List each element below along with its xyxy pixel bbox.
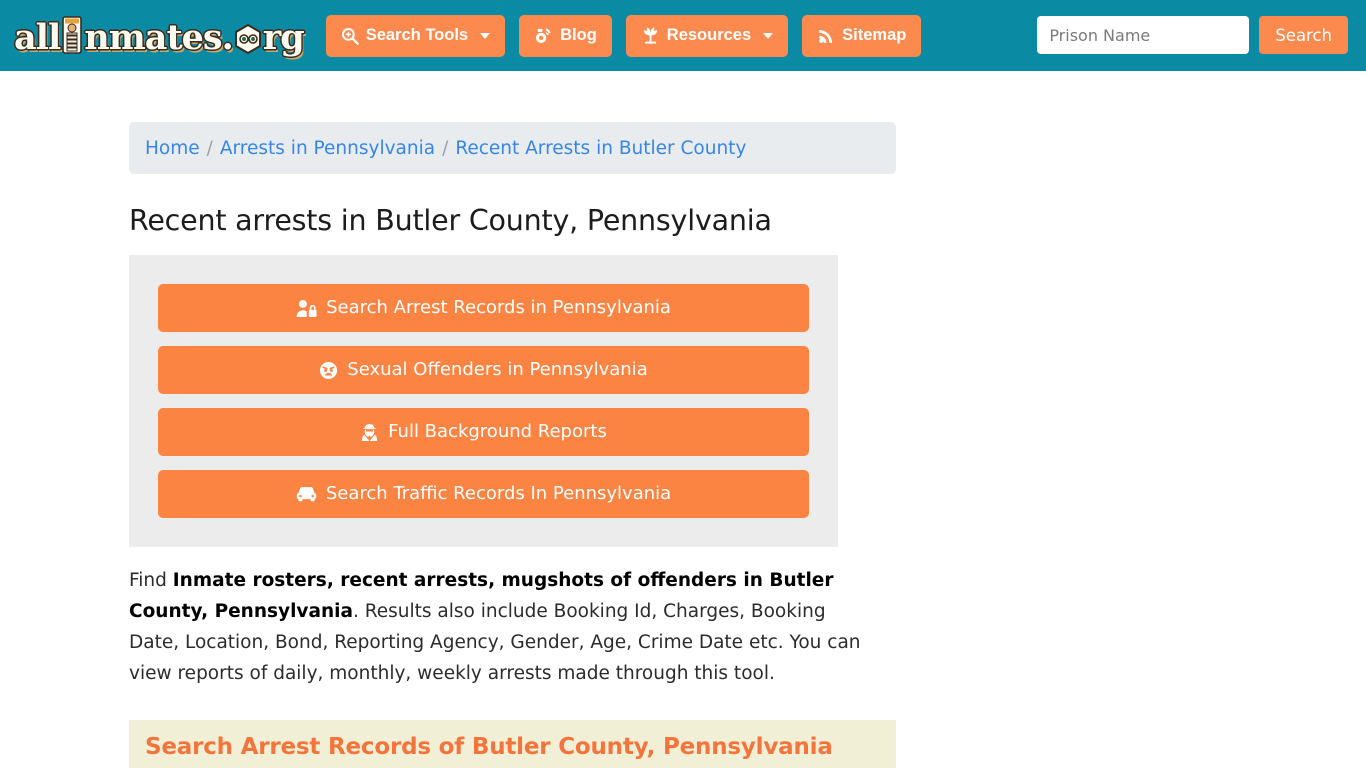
leaf-seedling-icon [641,26,660,45]
nav-search-tools-label: Search Tools [365,26,469,45]
site-header: all nmates. rg Search Tools Blog Resourc… [0,0,1366,71]
logo-text-all: all [14,16,61,58]
logo-wordmark: all nmates. rg [14,15,305,58]
breadcrumb-item-home[interactable]: Home [145,138,200,159]
logo-text-nmates: nmates [84,16,222,58]
search-plus-icon [341,27,359,45]
full-background-reports-button[interactable]: Full Background Reports [158,408,809,456]
breadcrumb-item-arrests-in-pennsylvania[interactable]: Arrests in Pennsylvania [220,138,435,159]
logo-text-dot: . [221,16,234,58]
nav-resources-button[interactable]: Resources [625,14,789,57]
logo-text-rg: rg [262,16,305,58]
full-background-reports-label: Full Background Reports [388,421,607,442]
search-arrest-records-button[interactable]: Search Arrest Records in Pennsylvania [158,284,809,332]
sexual-offenders-button[interactable]: Sexual Offenders in Pennsylvania [158,346,809,394]
breadcrumb-item-recent-arrests-in-butler-county[interactable]: Recent Arrests in Butler County [455,138,746,159]
header-search: Search [1037,16,1348,54]
search-records-heading: Search Arrest Records of Butler County, … [145,734,833,760]
user-lock-icon [296,299,317,318]
page-title: Recent arrests in Butler County, Pennsyl… [129,204,772,237]
page-description: Find Inmate rosters, recent arrests, mug… [129,565,866,689]
nav-search-tools-button[interactable]: Search Tools [325,14,506,57]
search-traffic-records-button[interactable]: Search Traffic Records In Pennsylvania [158,470,809,518]
action-buttons-panel: Search Arrest Records in Pennsylvania Se… [129,255,838,547]
breadcrumb: Home / Arrests in Pennsylvania / Recent … [129,122,896,174]
chevron-down-icon [763,32,774,39]
blogger-icon [534,26,553,45]
search-arrest-records-label: Search Arrest Records in Pennsylvania [326,297,671,318]
sexual-offenders-label: Sexual Offenders in Pennsylvania [347,359,648,380]
site-logo[interactable]: all nmates. rg [14,13,305,59]
car-icon [296,485,317,503]
breadcrumb-separator: / [442,137,449,159]
nav-blog-button[interactable]: Blog [519,14,612,57]
chevron-down-icon [480,32,491,39]
breadcrumb-separator: / [206,137,213,159]
nav-sitemap-button[interactable]: Sitemap [802,14,922,57]
rss-sitemap-icon [817,27,835,45]
description-lead: Find [129,570,173,591]
nav-blog-label: Blog [560,26,597,45]
user-secret-icon [360,423,379,442]
nav-resources-label: Resources [666,26,752,45]
logo-eyes-icon [233,23,263,55]
logo-inmate-figure-icon [61,15,83,55]
nav-sitemap-label: Sitemap [842,26,907,45]
page-content: Home / Arrests in Pennsylvania / Recent … [0,71,1366,768]
angry-face-icon [319,361,338,380]
search-traffic-records-label: Search Traffic Records In Pennsylvania [325,483,672,504]
search-input[interactable] [1037,16,1250,54]
search-button[interactable]: Search [1259,16,1348,54]
search-records-section: Search Arrest Records of Butler County, … [129,720,896,768]
